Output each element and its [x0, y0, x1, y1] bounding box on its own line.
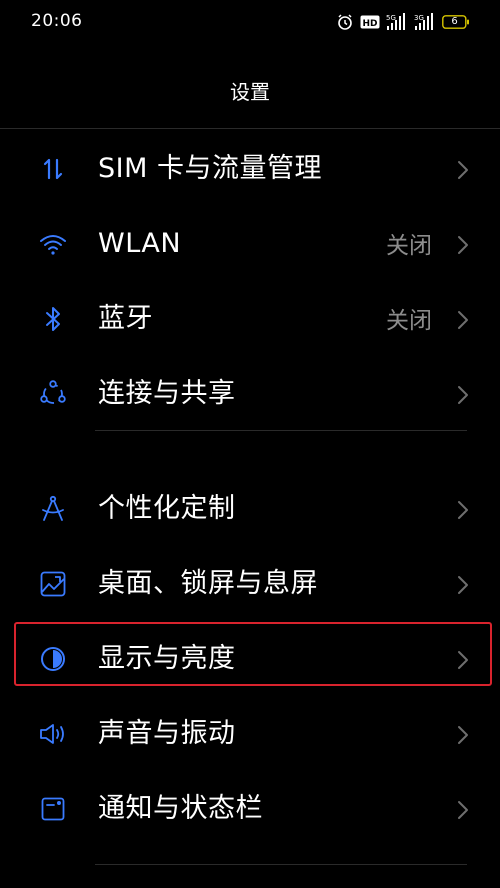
setting-label: SIM 卡与流量管理: [98, 153, 322, 184]
settings-list: SIM 卡与流量管理 WLAN 关闭 蓝牙 关闭 连接与共享 个性化定制 桌面、…: [0, 130, 500, 845]
chevron-right-icon: [456, 384, 470, 406]
display-brightness-icon: [38, 644, 68, 674]
svg-text:HD: HD: [362, 19, 377, 29]
setting-row-personalize[interactable]: 个性化定制: [0, 470, 500, 545]
setting-row-bluetooth[interactable]: 蓝牙 关闭: [0, 280, 500, 355]
chevron-right-icon: [456, 574, 470, 596]
personalize-icon: [38, 494, 68, 524]
setting-row-wlan[interactable]: WLAN 关闭: [0, 205, 500, 280]
setting-label: 连接与共享: [98, 378, 236, 409]
alarm-icon: [336, 13, 354, 31]
status-time: 20:06: [31, 11, 83, 31]
battery-level: 6: [451, 16, 458, 27]
wallpaper-icon: [38, 569, 68, 599]
chevron-right-icon: [456, 159, 470, 181]
header: 设置: [0, 76, 500, 105]
chevron-right-icon: [456, 309, 470, 331]
bluetooth-icon: [38, 304, 68, 334]
status-icons: HD 5G 3G 6: [336, 12, 470, 32]
chevron-right-icon: [456, 649, 470, 671]
status-bar: 20:06 HD 5G 3G 6: [0, 0, 500, 46]
wifi-icon: [38, 229, 68, 259]
chevron-right-icon: [456, 724, 470, 746]
bottom-divider: [95, 864, 467, 865]
svg-text:3G: 3G: [414, 14, 424, 22]
svg-text:5G: 5G: [386, 14, 396, 22]
chevron-right-icon: [456, 499, 470, 521]
setting-label: 个性化定制: [98, 493, 236, 524]
data-transfer-icon: [38, 154, 68, 184]
hd-icon: HD: [360, 14, 380, 30]
group-divider: [95, 430, 467, 431]
setting-label: 蓝牙: [98, 303, 153, 334]
header-divider: [0, 128, 500, 129]
group-separator: [0, 430, 500, 470]
chevron-right-icon: [456, 799, 470, 821]
setting-label: 声音与振动: [98, 718, 236, 749]
setting-value: 关闭: [386, 233, 432, 259]
highlight-box: [14, 622, 492, 686]
setting-label: 桌面、锁屏与息屏: [98, 568, 318, 599]
setting-row-display-brightness[interactable]: 显示与亮度: [0, 620, 500, 695]
setting-row-connection-share[interactable]: 连接与共享: [0, 355, 500, 430]
battery-icon: 6: [442, 14, 470, 30]
setting-row-sim-data[interactable]: SIM 卡与流量管理: [0, 130, 500, 205]
setting-label: WLAN: [98, 228, 182, 259]
setting-row-wallpaper-lockscreen[interactable]: 桌面、锁屏与息屏: [0, 545, 500, 620]
signal-3g-icon: 3G: [414, 13, 436, 31]
notification-icon: [38, 794, 68, 824]
setting-row-notification-statusbar[interactable]: 通知与状态栏: [0, 770, 500, 845]
page-title: 设置: [230, 80, 270, 104]
chevron-right-icon: [456, 234, 470, 256]
setting-label: 显示与亮度: [98, 643, 236, 674]
connection-share-icon: [38, 379, 68, 409]
setting-label: 通知与状态栏: [98, 793, 263, 824]
setting-value: 关闭: [386, 308, 432, 334]
setting-row-sound-vibration[interactable]: 声音与振动: [0, 695, 500, 770]
signal-5g-icon: 5G: [386, 13, 408, 31]
speaker-icon: [38, 719, 68, 749]
